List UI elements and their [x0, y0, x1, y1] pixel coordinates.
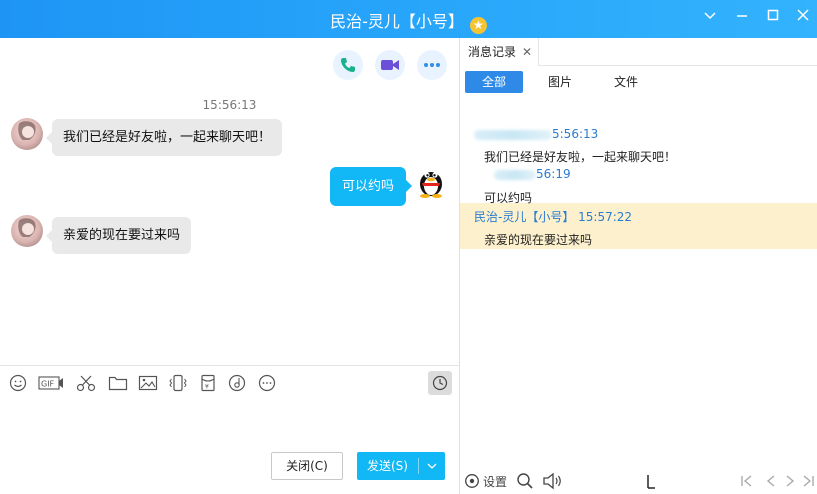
image-icon: [138, 375, 158, 391]
speaker-icon: [543, 472, 561, 490]
blurred-sender: [474, 129, 552, 140]
chevron-down-icon: [427, 463, 437, 469]
qq-penguin-avatar[interactable]: [416, 164, 446, 198]
close-icon: [797, 9, 809, 21]
contact-avatar[interactable]: [11, 118, 43, 150]
video-icon: [381, 60, 399, 70]
prev-page-button[interactable]: [763, 471, 779, 491]
tab-message-history[interactable]: 消息记录 ✕: [460, 38, 540, 66]
next-page-button[interactable]: [782, 471, 798, 491]
scissors-icon: [76, 375, 96, 392]
emoji-icon: [9, 374, 27, 392]
message-input[interactable]: [0, 399, 459, 449]
last-page-button[interactable]: [800, 471, 816, 491]
screenshot-button[interactable]: [76, 373, 96, 393]
more-actions-button[interactable]: [417, 50, 447, 80]
gif-icon: GIF: [38, 376, 63, 390]
contact-name: 民治-灵儿【小号】: [330, 12, 464, 31]
history-entry-meta: 5:56:13: [460, 127, 817, 141]
send-image-button[interactable]: [138, 373, 158, 393]
red-packet-icon: ¥: [201, 374, 215, 392]
filter-all[interactable]: 全部: [465, 71, 523, 93]
first-page-button[interactable]: [739, 471, 755, 491]
history-entry-text[interactable]: 我们已经是好友啦，一起来聊天吧！: [460, 148, 817, 165]
more-tools-icon: [258, 374, 276, 392]
minimize-icon: [737, 15, 747, 17]
settings-label: 设置: [483, 474, 508, 489]
filter-files[interactable]: 文件: [598, 71, 654, 93]
history-pane: 消息记录 ✕ 全部 图片 文件 5:56:13 我们已经是好友啦，一起来聊天吧！ …: [460, 38, 817, 494]
blurred-sender: [494, 169, 536, 180]
send-button[interactable]: 发送(S): [357, 452, 445, 480]
history-bottom-bar: 设置: [460, 469, 817, 494]
folder-icon: [108, 376, 128, 391]
music-icon: [228, 374, 246, 392]
tab-label: 消息记录: [468, 45, 517, 59]
voice-call-button[interactable]: [333, 50, 363, 80]
more-tools-button[interactable]: [257, 373, 277, 393]
history-entry-text[interactable]: 亲爱的现在要过来吗: [460, 231, 817, 248]
message-timestamp: 15:56:13: [202, 98, 257, 112]
first-page-icon: [741, 475, 752, 487]
chat-window: 民治-灵儿【小号】 ★ 15:56:13 我们已经是好友啦，一起来聊天吧！ 可以…: [0, 0, 817, 494]
phone-icon: [341, 58, 355, 72]
close-tab-icon[interactable]: ✕: [522, 45, 532, 59]
clock-icon: [432, 375, 448, 391]
shake-icon: [169, 374, 187, 392]
message-bubble-incoming[interactable]: 我们已经是好友啦，一起来聊天吧！: [45, 119, 283, 156]
filter-images[interactable]: 图片: [532, 71, 588, 93]
gear-icon: [465, 474, 479, 488]
more-icon: [424, 63, 440, 67]
message-history-button[interactable]: [428, 371, 452, 395]
history-entry-meta: 56:19: [460, 167, 817, 181]
maximize-icon: [767, 9, 779, 21]
history-entry-text[interactable]: 可以约吗: [460, 189, 817, 206]
message-bubble-outgoing[interactable]: 可以约吗: [330, 167, 413, 206]
close-button[interactable]: 关闭(C): [271, 452, 343, 480]
title-bar: 民治-灵儿【小号】 ★: [0, 0, 817, 38]
send-button-label: 发送(S): [367, 459, 408, 473]
last-page-icon: [803, 475, 814, 487]
svg-text:GIF: GIF: [41, 380, 55, 389]
close-window-button[interactable]: [792, 7, 814, 29]
history-entry-meta: 民治-灵儿【小号】 15:57:22: [474, 210, 633, 224]
message-bubble-incoming[interactable]: 亲爱的现在要过来吗: [45, 217, 192, 254]
gif-button[interactable]: GIF: [38, 373, 64, 393]
chevron-right-icon: [786, 475, 795, 487]
chat-pane: 15:56:13 我们已经是好友啦，一起来聊天吧！ 可以约吗 亲爱的现在要过来吗…: [0, 38, 459, 494]
music-button[interactable]: [227, 373, 247, 393]
chevron-down-icon: [704, 12, 716, 20]
maximize-button[interactable]: [762, 7, 784, 29]
window-title: 民治-灵儿【小号】 ★: [0, 8, 817, 34]
call-actions: [333, 50, 447, 80]
star-icon: ★: [469, 17, 487, 34]
video-call-button[interactable]: [375, 50, 405, 80]
emoji-button[interactable]: [8, 373, 28, 393]
history-calendar-button[interactable]: [645, 471, 657, 491]
search-icon: [517, 473, 533, 489]
contact-avatar[interactable]: [11, 215, 43, 247]
history-tabbar: 消息记录 ✕: [460, 38, 817, 66]
calendar-icon: [647, 475, 655, 489]
shake-button[interactable]: [168, 373, 188, 393]
history-search-button[interactable]: [516, 471, 534, 491]
send-options-button[interactable]: [419, 452, 445, 480]
chevron-left-icon: [766, 475, 775, 487]
red-packet-button[interactable]: ¥: [198, 373, 218, 393]
history-settings-button[interactable]: 设置: [464, 471, 507, 491]
history-voice-button[interactable]: [542, 471, 564, 491]
dropdown-button[interactable]: [699, 7, 721, 29]
minimize-button[interactable]: [731, 7, 753, 29]
svg-text:¥: ¥: [205, 384, 209, 391]
send-file-button[interactable]: [108, 373, 128, 393]
input-toolbar: GIF ¥: [0, 365, 459, 399]
